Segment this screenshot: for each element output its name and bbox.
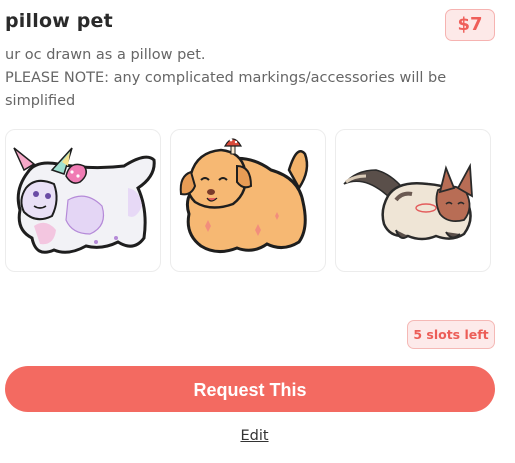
description-line: simplified: [5, 93, 76, 109]
edit-link-container: Edit: [0, 428, 509, 444]
listing-title: pillow pet: [5, 10, 113, 32]
slots-left-badge: 5 slots left: [407, 320, 495, 349]
request-button[interactable]: Request This: [5, 366, 495, 412]
example-image-dog[interactable]: [170, 129, 326, 272]
example-image-unicorn[interactable]: [5, 129, 161, 272]
cat-pillow-pet-illustration: [343, 162, 474, 241]
dog-pillow-pet-illustration: [179, 138, 309, 253]
description-line: PLEASE NOTE: any complicated markings/ac…: [5, 70, 447, 86]
listing-description: ur oc drawn as a pillow pet. PLEASE NOTE…: [5, 44, 475, 113]
listing-card: pillow pet $7 ur oc drawn as a pillow pe…: [0, 0, 515, 463]
price-badge: $7: [445, 9, 495, 41]
example-image-cat[interactable]: [335, 129, 491, 272]
description-line: ur oc drawn as a pillow pet.: [5, 47, 206, 63]
example-gallery: [5, 129, 491, 272]
unicorn-pillow-pet-illustration: [13, 147, 156, 254]
edit-link[interactable]: Edit: [240, 428, 268, 444]
